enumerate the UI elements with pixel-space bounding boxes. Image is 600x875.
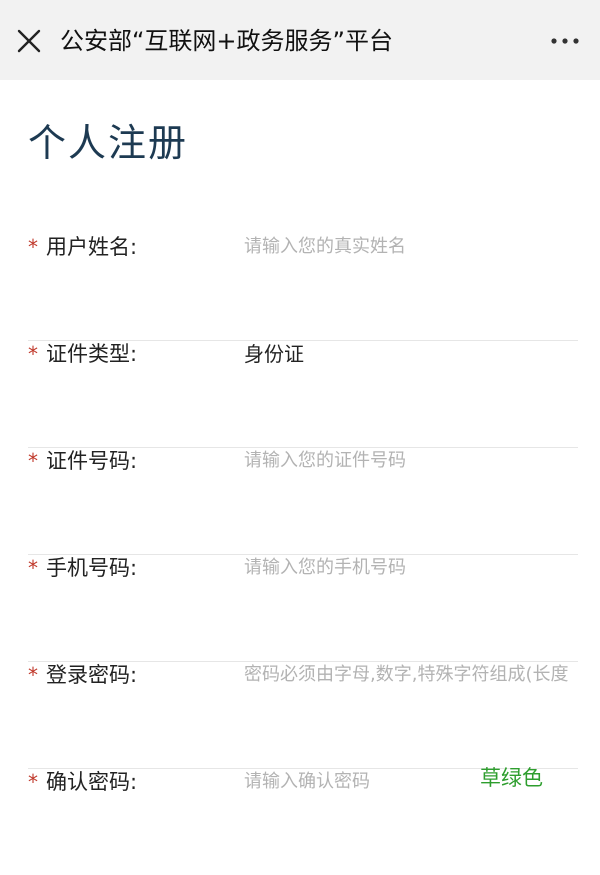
username-input[interactable]: 请输入您的真实姓名 (244, 233, 578, 261)
phone-input[interactable]: 请输入您的手机号码 (244, 554, 578, 582)
required-mark: * (28, 770, 38, 794)
required-mark: * (28, 235, 38, 259)
close-icon (17, 29, 41, 53)
id-type-field[interactable]: * 证件类型: 身份证 (28, 340, 578, 448)
required-mark: * (28, 449, 38, 473)
close-button[interactable] (14, 26, 44, 56)
more-button[interactable] (548, 30, 582, 52)
page-title: 公安部“互联网+政务服务”平台 (60, 27, 393, 55)
password-input[interactable]: 密码必须由字母,数字,特殊字符组成(长度 (244, 661, 578, 689)
username-field[interactable]: * 用户姓名: 请输入您的真实姓名 (28, 233, 578, 341)
watermark-text: 草绿色 (480, 766, 543, 790)
required-mark: * (28, 663, 38, 687)
id-type-select[interactable]: 身份证 (244, 340, 578, 368)
phone-field[interactable]: * 手机号码: 请输入您的手机号码 (28, 554, 578, 662)
id-number-label: 证件号码: (46, 449, 138, 473)
id-number-input[interactable]: 请输入您的证件号码 (244, 447, 578, 475)
top-bar: 公安部“互联网+政务服务”平台 (0, 0, 600, 80)
registration-heading: 个人注册 (28, 121, 189, 165)
required-mark: * (28, 342, 38, 366)
id-number-field[interactable]: * 证件号码: 请输入您的证件号码 (28, 447, 578, 555)
id-type-label: 证件类型: (46, 342, 138, 366)
required-mark: * (28, 556, 38, 580)
username-label: 用户姓名: (46, 235, 138, 259)
password-field[interactable]: * 登录密码: 密码必须由字母,数字,特殊字符组成(长度 (28, 661, 578, 769)
confirm-password-label: 确认密码: (46, 770, 138, 794)
password-label: 登录密码: (46, 663, 138, 687)
phone-label: 手机号码: (46, 556, 138, 580)
more-icon (551, 38, 579, 44)
